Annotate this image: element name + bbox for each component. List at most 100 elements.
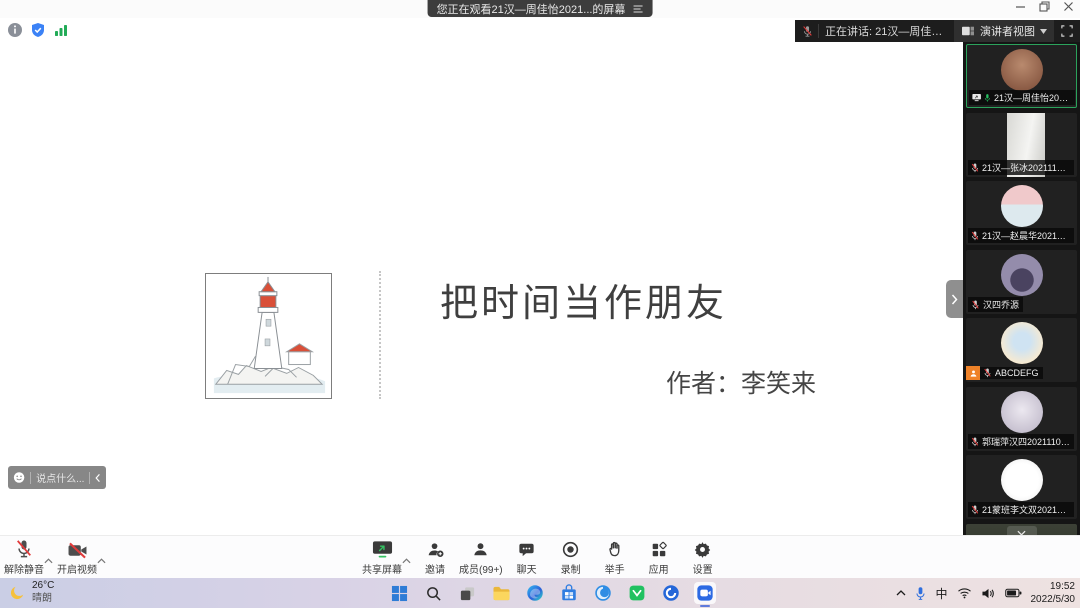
meeting-toolbar: 解除静音 开启视频 共享屏幕 邀请 成员(99+) xyxy=(0,535,1080,578)
file-explorer-button[interactable] xyxy=(490,582,512,604)
settings-button[interactable]: 设置 xyxy=(681,539,725,576)
network-signal-icon[interactable] xyxy=(53,22,69,38)
ime-indicator[interactable]: 中 xyxy=(935,585,947,602)
raise-hand-icon xyxy=(606,540,624,559)
participant-tile[interactable]: 汉四乔源 xyxy=(966,250,1077,314)
participant-tile[interactable]: 21蒙班李文双202121002... xyxy=(966,455,1077,519)
avatar xyxy=(1001,185,1043,227)
slide-lighthouse-image xyxy=(205,273,332,399)
tray-expand-chevron[interactable] xyxy=(896,590,906,596)
share-options-chevron[interactable] xyxy=(402,545,411,576)
camera-off-icon xyxy=(67,542,88,559)
meeting-window: 您正在观看21汉—周佳怡2021...的屏幕 正在讲话: 21汉—周佳怡2021… xyxy=(0,0,1080,608)
mic-muted-icon xyxy=(15,539,33,559)
members-icon xyxy=(471,540,490,559)
mic-muted-icon xyxy=(983,368,992,378)
emoji-icon[interactable] xyxy=(13,471,25,484)
meeting-info-icon[interactable] xyxy=(7,22,23,38)
browser-blue-button[interactable] xyxy=(592,582,614,604)
docs-blue-button[interactable] xyxy=(660,582,682,604)
unmute-button[interactable]: 解除静音 xyxy=(2,539,46,576)
tencent-meeting-icon xyxy=(696,584,714,602)
edge-browser-button[interactable] xyxy=(524,582,546,604)
participant-tile[interactable]: 21汉—周佳怡202111... xyxy=(966,44,1077,108)
sidebar-collapse-handle[interactable] xyxy=(946,280,963,318)
share-screen-icon xyxy=(372,540,393,559)
fullscreen-button[interactable] xyxy=(1054,20,1080,42)
wifi-icon[interactable] xyxy=(957,587,972,599)
search-icon xyxy=(425,585,442,602)
participant-tile[interactable]: ABCDEFG xyxy=(966,318,1077,382)
share-screen-button[interactable]: 共享屏幕 xyxy=(360,539,404,576)
close-button[interactable] xyxy=(1063,1,1074,12)
view-mode-selector[interactable]: 演讲者视图 xyxy=(954,20,1054,42)
participant-name: 汉四乔源 xyxy=(983,298,1019,311)
chat-bubble-icon xyxy=(517,540,536,559)
video-options-chevron[interactable] xyxy=(97,545,106,576)
raise-hand-button[interactable]: 举手 xyxy=(593,539,637,576)
apps-grid-icon xyxy=(650,541,668,559)
chat-button[interactable]: 聊天 xyxy=(505,539,549,576)
browser-swirl-icon xyxy=(594,584,612,602)
invite-button[interactable]: 邀请 xyxy=(413,539,457,576)
task-view-button[interactable] xyxy=(456,582,478,604)
start-video-button[interactable]: 开启视频 xyxy=(55,539,99,576)
clock-time: 19:52 xyxy=(1050,581,1075,592)
folder-icon xyxy=(492,585,511,602)
speaker-muted-mic-icon xyxy=(802,25,813,38)
windows-logo-icon xyxy=(391,585,408,602)
speaker-view-icon xyxy=(961,25,975,37)
mic-options-chevron[interactable] xyxy=(44,545,53,576)
start-button[interactable] xyxy=(388,582,410,604)
record-icon xyxy=(561,540,580,559)
store-green-button[interactable] xyxy=(626,582,648,604)
chevron-down-icon xyxy=(1040,29,1047,34)
participant-tile[interactable]: 21汉—张冰20211102526 xyxy=(966,113,1077,177)
avatar xyxy=(1001,322,1043,364)
collapse-tiles-button[interactable] xyxy=(1007,526,1037,535)
mic-muted-icon xyxy=(971,437,979,447)
speaker-icon[interactable] xyxy=(981,587,996,600)
members-button[interactable]: 成员(99+) xyxy=(457,539,505,576)
mic-muted-icon xyxy=(971,231,979,241)
blue-round-app-icon xyxy=(662,584,680,602)
participant-tile[interactable]: 21汉—赵晨华202111025... xyxy=(966,181,1077,245)
quick-chat-input[interactable]: 说点什么... xyxy=(8,466,106,489)
clock-date: 2022/5/30 xyxy=(1031,594,1076,605)
microsoft-store-button[interactable] xyxy=(558,582,580,604)
participant-name: ABCDEFG xyxy=(995,368,1039,378)
window-titlebar: 您正在观看21汉—周佳怡2021...的屏幕 xyxy=(0,0,1080,18)
minimize-button[interactable] xyxy=(1015,1,1026,12)
participant-tile[interactable] xyxy=(966,524,1077,535)
screen-sharing-icon xyxy=(972,93,981,102)
participant-tile[interactable]: 郭瑞萍汉四20211100185 xyxy=(966,387,1077,451)
record-button[interactable]: 录制 xyxy=(549,539,593,576)
chevron-left-icon[interactable] xyxy=(95,473,101,483)
weather-condition: 晴朗 xyxy=(32,593,52,604)
chat-placeholder: 说点什么... xyxy=(36,470,84,485)
gear-icon xyxy=(693,540,712,559)
avatar xyxy=(1001,254,1043,296)
green-app-icon xyxy=(628,584,646,602)
restore-button[interactable] xyxy=(1039,1,1050,12)
edge-icon xyxy=(526,584,544,602)
windows-taskbar: 26°C 晴朗 中 19:52 2022/5/30 xyxy=(0,578,1080,608)
apps-button[interactable]: 应用 xyxy=(637,539,681,576)
weather-temp: 26°C xyxy=(32,580,54,591)
watching-banner-text: 您正在观看21汉—周佳怡2021...的屏幕 xyxy=(437,1,626,17)
task-view-icon xyxy=(459,585,476,602)
taskbar-clock[interactable]: 19:52 2022/5/30 xyxy=(1031,580,1076,606)
tray-mic-icon[interactable] xyxy=(915,586,926,601)
lighthouse-illustration xyxy=(206,274,331,398)
fullscreen-icon xyxy=(1061,25,1073,37)
tencent-meeting-app-button[interactable] xyxy=(694,582,716,604)
taskbar-weather-widget[interactable]: 26°C 晴朗 xyxy=(8,580,54,605)
chevron-right-icon xyxy=(951,294,958,305)
taskbar-search-button[interactable] xyxy=(422,582,444,604)
security-shield-icon[interactable] xyxy=(30,22,46,38)
watching-banner[interactable]: 您正在观看21汉—周佳怡2021...的屏幕 xyxy=(428,0,653,17)
banner-menu-icon[interactable] xyxy=(632,4,643,13)
shared-screen-area: 把时间当作朋友 作者：李笑来 xyxy=(0,42,963,535)
battery-icon[interactable] xyxy=(1005,588,1022,598)
slide-divider-dotted-line xyxy=(379,271,381,399)
